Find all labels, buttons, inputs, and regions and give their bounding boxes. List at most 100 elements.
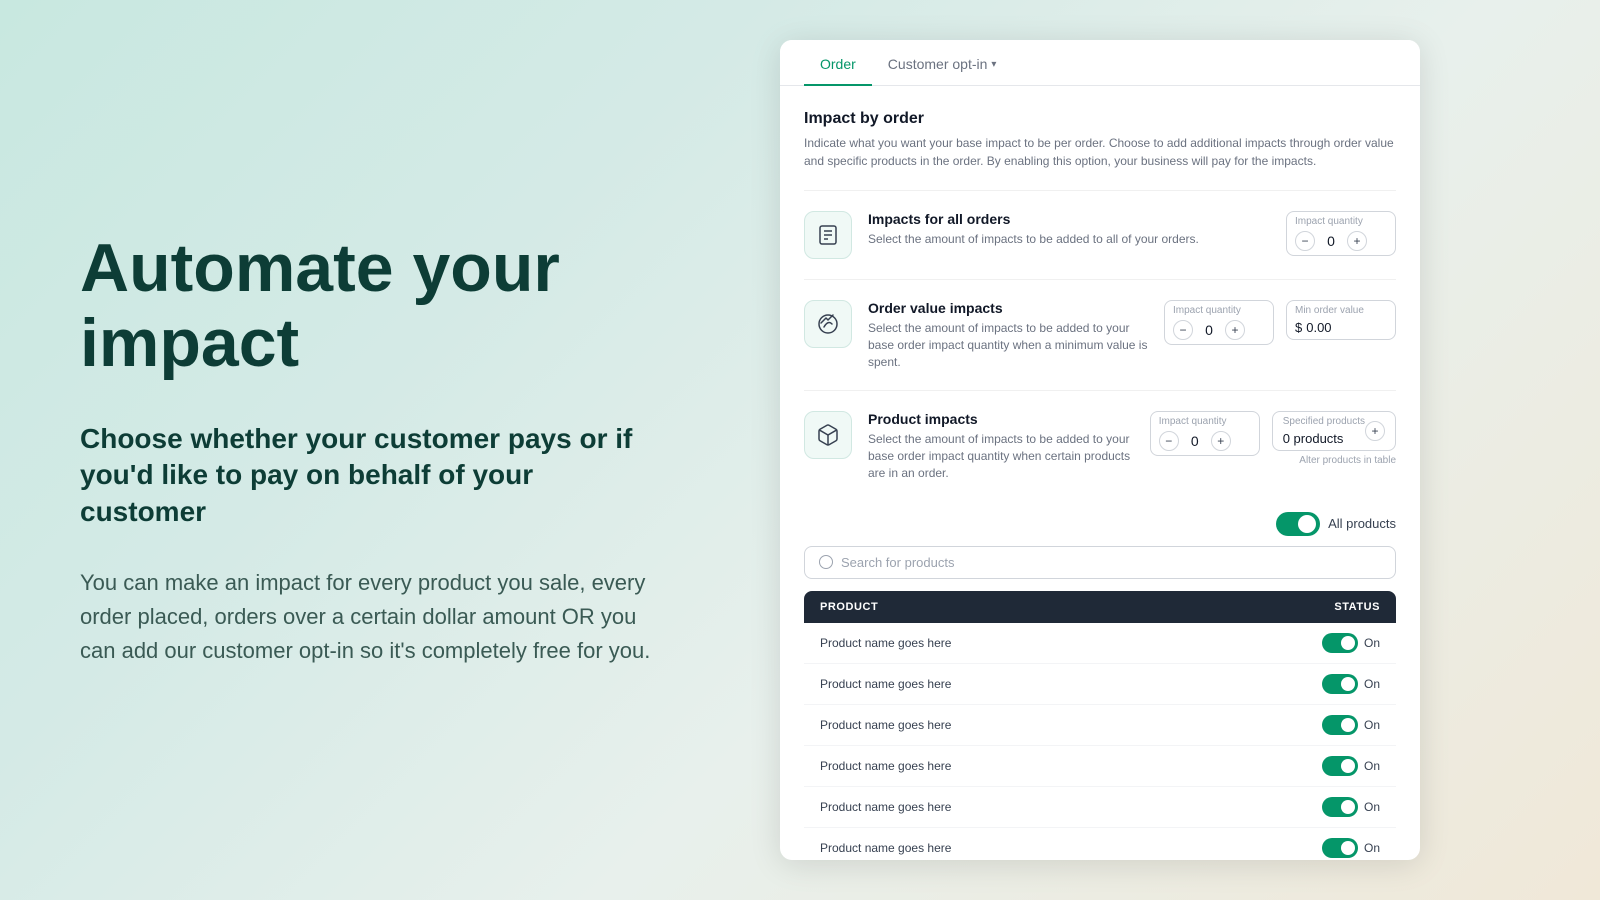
col-status: STATUS: [1186, 591, 1396, 623]
on-label-2: On: [1364, 718, 1380, 732]
order-value-qty-value: 0: [1201, 322, 1217, 338]
product-name-cell: Product name goes here: [804, 827, 1186, 860]
all-orders-decrement-button[interactable]: −: [1295, 231, 1315, 251]
on-label-5: On: [1364, 841, 1380, 855]
status-cell: On: [1186, 623, 1396, 664]
order-value-increment-button[interactable]: +: [1225, 320, 1245, 340]
order-value-icon: [804, 300, 852, 348]
product-name-cell: Product name goes here: [804, 745, 1186, 786]
all-orders-title: Impacts for all orders: [868, 211, 1270, 227]
product-name-cell: Product name goes here: [804, 786, 1186, 827]
row-toggle-3[interactable]: [1322, 756, 1358, 776]
row-toggle-knob-2: [1341, 718, 1355, 732]
table-row: Product name goes here On: [804, 663, 1396, 704]
row-toggle-knob-3: [1341, 759, 1355, 773]
all-products-toggle[interactable]: [1276, 512, 1320, 536]
on-label-1: On: [1364, 677, 1380, 691]
body-text: You can make an impact for every product…: [80, 566, 660, 668]
min-order-value: $ 0.00: [1295, 320, 1387, 335]
order-value-controls: Impact quantity − 0 + Min order value $ …: [1164, 300, 1396, 345]
all-orders-icon: [804, 211, 852, 259]
order-value-info: Order value impacts Select the amount of…: [868, 300, 1148, 370]
row-toggle-knob-4: [1341, 800, 1355, 814]
min-order-amount: 0.00: [1306, 320, 1331, 335]
product-impacts-qty-label: Impact quantity: [1159, 416, 1251, 427]
table-row: Product name goes here On: [804, 704, 1396, 745]
specified-add-button[interactable]: +: [1365, 421, 1385, 441]
product-impacts-qty-value: 0: [1187, 433, 1203, 449]
all-products-row: All products: [804, 502, 1396, 546]
product-impacts-controls: Impact quantity − 0 + Specified products…: [1150, 411, 1396, 466]
product-name-cell: Product name goes here: [804, 663, 1186, 704]
all-orders-quantity-box: Impact quantity − 0 +: [1286, 211, 1396, 256]
specified-label: Specified products: [1283, 416, 1365, 427]
product-impacts-decrement-button[interactable]: −: [1159, 431, 1179, 451]
specified-products-inner: Specified products 0 products: [1283, 416, 1365, 446]
order-value-quantity-box: Impact quantity − 0 +: [1164, 300, 1274, 345]
product-impacts-quantity-box: Impact quantity − 0 +: [1150, 411, 1260, 456]
product-impacts-desc: Select the amount of impacts to be added…: [868, 431, 1134, 481]
on-label-0: On: [1364, 636, 1380, 650]
order-value-qty-label: Impact quantity: [1173, 305, 1265, 316]
subheadline: Choose whether your customer pays or if …: [80, 421, 660, 530]
chevron-icon: ▾: [991, 59, 996, 70]
row-toggle-4[interactable]: [1322, 797, 1358, 817]
tab-order[interactable]: Order: [804, 40, 872, 86]
status-cell: On: [1186, 745, 1396, 786]
table-row: Product name goes here On: [804, 786, 1396, 827]
row-toggle-0[interactable]: [1322, 633, 1358, 653]
tab-customer-optin[interactable]: Customer opt-in ▾: [872, 40, 1013, 86]
status-cell: On: [1186, 827, 1396, 860]
all-orders-desc: Select the amount of impacts to be added…: [868, 231, 1270, 248]
all-orders-info: Impacts for all orders Select the amount…: [868, 211, 1270, 248]
min-order-box: Min order value $ 0.00: [1286, 300, 1396, 340]
product-impacts-info: Product impacts Select the amount of imp…: [868, 411, 1134, 481]
table-row: Product name goes here On: [804, 623, 1396, 664]
row-toggle-knob-0: [1341, 636, 1355, 650]
status-cell: On: [1186, 704, 1396, 745]
all-products-label: All products: [1328, 516, 1396, 531]
specified-products-wrapper: Specified products 0 products + Alter pr…: [1272, 411, 1396, 466]
left-panel: Automate your impact Choose whether your…: [0, 171, 740, 728]
all-orders-qty-label: Impact quantity: [1295, 216, 1387, 227]
row-toggle-knob-5: [1341, 841, 1355, 855]
order-value-qty-control: − 0 +: [1173, 320, 1265, 340]
product-impacts-title: Product impacts: [868, 411, 1134, 427]
order-value-desc: Select the amount of impacts to be added…: [868, 320, 1148, 370]
all-orders-qty-control: − 0 +: [1295, 231, 1387, 251]
search-box[interactable]: Search for products: [804, 546, 1396, 579]
tabs-bar: Order Customer opt-in ▾: [780, 40, 1420, 86]
currency-symbol: $: [1295, 320, 1302, 335]
all-orders-controls: Impact quantity − 0 +: [1286, 211, 1396, 256]
impact-row-order-value: Order value impacts Select the amount of…: [804, 279, 1396, 390]
section-desc: Indicate what you want your base impact …: [804, 134, 1396, 170]
specified-value: 0 products: [1283, 431, 1365, 446]
status-cell: On: [1186, 786, 1396, 827]
table-row: Product name goes here On: [804, 745, 1396, 786]
table-row: Product name goes here On: [804, 827, 1396, 860]
search-placeholder-text: Search for products: [841, 555, 954, 570]
row-toggle-1[interactable]: [1322, 674, 1358, 694]
row-toggle-2[interactable]: [1322, 715, 1358, 735]
on-label-3: On: [1364, 759, 1380, 773]
impact-row-all-orders: Impacts for all orders Select the amount…: [804, 190, 1396, 279]
all-orders-qty-value: 0: [1323, 233, 1339, 249]
product-impacts-increment-button[interactable]: +: [1211, 431, 1231, 451]
on-label-4: On: [1364, 800, 1380, 814]
status-cell: On: [1186, 663, 1396, 704]
product-name-cell: Product name goes here: [804, 704, 1186, 745]
all-orders-increment-button[interactable]: +: [1347, 231, 1367, 251]
specified-count: 0 products: [1283, 431, 1344, 446]
section-title: Impact by order: [804, 110, 1396, 128]
order-value-decrement-button[interactable]: −: [1173, 320, 1193, 340]
toggle-knob: [1298, 515, 1316, 533]
search-icon: [819, 555, 833, 569]
col-product: PRODUCT: [804, 591, 1186, 623]
product-impacts-qty-control: − 0 +: [1159, 431, 1251, 451]
specified-products-box: Specified products 0 products +: [1272, 411, 1396, 451]
alter-products-text: Alter products in table: [1272, 455, 1396, 466]
row-toggle-5[interactable]: [1322, 838, 1358, 858]
order-value-title: Order value impacts: [868, 300, 1148, 316]
headline: Automate your impact: [80, 231, 660, 381]
product-impacts-icon: [804, 411, 852, 459]
